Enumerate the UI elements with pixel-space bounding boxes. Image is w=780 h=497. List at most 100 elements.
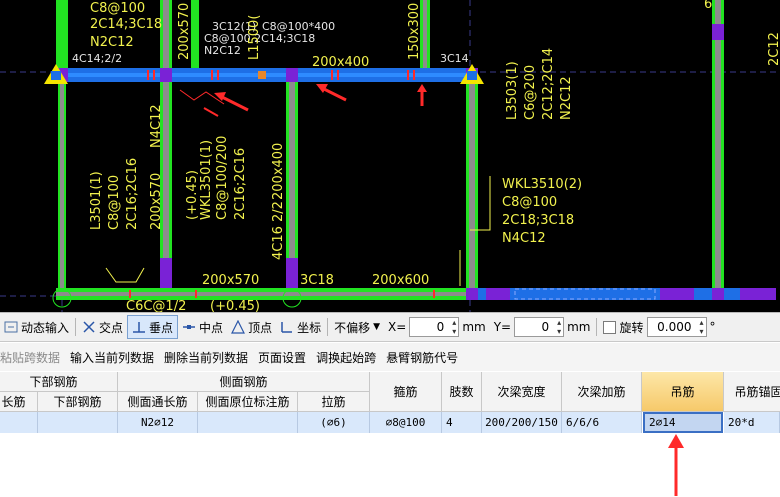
coordinate-label: 坐标 <box>297 320 322 335</box>
snap-vertex-button[interactable]: 顶点 <box>227 315 276 339</box>
divider <box>75 318 77 336</box>
table-toolbar: 粘贴跨数据 输入当前列数据 删除当前列数据 页面设置 调换起始跨 悬臂钢筋代号 <box>0 343 780 371</box>
snap-midpoint-button[interactable]: 中点 <box>178 315 227 339</box>
midpoint-icon <box>182 320 196 334</box>
label-top-c: N2C12 <box>90 35 134 50</box>
rotate-value-input[interactable]: 0.000 <box>646 317 707 337</box>
dynamic-input-label: 动态输入 <box>21 320 70 335</box>
label-l3501-d: 200x570 <box>149 173 164 230</box>
col-header-legs[interactable]: 肢数 <box>442 372 482 412</box>
label-wkl3501-d: 2C16;2C16 <box>233 148 248 220</box>
cell-bottom-rebar[interactable] <box>38 412 118 433</box>
divider <box>596 318 598 336</box>
label-l3503-c: 2C12;2C14 <box>541 48 556 120</box>
snap-perpendicular-button[interactable]: 垂点 <box>127 315 179 339</box>
group-header-bottom-rebar: 下部钢筋 <box>0 372 118 392</box>
rotate-group: 旋转 0.000 ° <box>599 315 719 339</box>
input-current-col-button[interactable]: 输入当前列数据 <box>66 349 160 366</box>
col-header-tie-bar[interactable]: 拉筋 <box>298 392 370 412</box>
y-unit: mm <box>567 320 591 334</box>
label-bot-e: C6C@1/2 <box>126 299 186 312</box>
label-l3503-b: C6@200 <box>523 65 538 120</box>
col-header-hanger-bar[interactable]: 吊筋 <box>642 372 724 412</box>
cell-stirrup[interactable]: ⌀8@100 <box>370 412 442 433</box>
x-label: X= <box>388 320 407 334</box>
label-vert-570: 200x570 <box>177 3 192 60</box>
x-value-input[interactable]: 0 <box>409 317 460 337</box>
cell-hanger-anchor[interactable]: 20*d <box>724 412 780 433</box>
cell-tie-bar[interactable]: (⌀6) <box>298 412 370 433</box>
col-header-side-original-mark[interactable]: 侧面原位标注筋 <box>198 392 298 412</box>
offset-mode-select[interactable]: 不偏移 ▼ <box>330 315 384 339</box>
label-wkl3510-c: 2C18;3C18 <box>502 213 574 228</box>
beam-rebar-table: 下部钢筋 侧面钢筋 长筋 下部钢筋 侧面通长筋 侧面原位标注筋 拉筋 箍筋 肢数… <box>0 372 780 497</box>
label-wkl3501-b: WKL3501(1) <box>199 140 214 220</box>
swap-start-span-button[interactable]: 调换起始跨 <box>312 349 382 366</box>
cell-legs[interactable]: 4 <box>442 412 482 433</box>
cad-drawing-canvas[interactable]: C8@100 2C14;3C18 N2C12 4C14;2/2 3C12(1) … <box>0 0 780 312</box>
cell-side-original-mark[interactable] <box>198 412 298 433</box>
label-bot-a: 200x570 <box>202 273 259 288</box>
rotate-checkbox[interactable] <box>603 320 617 334</box>
cantilever-code-button[interactable]: 悬臂钢筋代号 <box>382 349 464 366</box>
label-wkl3510-d: N4C12 <box>502 231 546 246</box>
y-value-input[interactable]: 0 <box>514 317 565 337</box>
snap-intersection-button[interactable]: 交点 <box>78 315 127 339</box>
label-right-a: 2C12 <box>767 32 780 66</box>
label-vert-300: 150x300 <box>407 3 422 60</box>
label-top-a: C8@100 <box>90 1 145 16</box>
label-l3501-a: L3501(1) <box>89 171 104 230</box>
cell-hanger-bar[interactable]: 2⌀14 <box>643 412 723 433</box>
col-header-hanger-anchor[interactable]: 吊筋锚固 <box>724 372 780 412</box>
hanger-cell-arrow <box>668 434 684 496</box>
col-header-side-through-long[interactable]: 侧面通长筋 <box>118 392 198 412</box>
label-mid-a: 4C16 2/2 <box>271 201 286 260</box>
snap-toolbar: 动态输入 交点 垂点 中点 顶点 坐标 不偏移 ▼ X= 0 ▴ ▾ mm Y=… <box>0 312 780 342</box>
label-l3501-b: C8@100 <box>107 175 122 230</box>
label-vert-500: L1500( <box>247 15 262 60</box>
cell-long-rebar[interactable] <box>0 412 38 433</box>
intersection-label: 交点 <box>99 320 124 335</box>
vertex-label: 顶点 <box>248 320 273 335</box>
dynamic-input-icon <box>4 320 18 334</box>
perpendicular-label: 垂点 <box>149 320 174 335</box>
col-header-bottom-rebar[interactable]: 下部钢筋 <box>38 392 118 412</box>
y-label: Y= <box>493 320 512 334</box>
paste-span-data-button[interactable]: 粘贴跨数据 <box>0 349 66 366</box>
cell-side-through-long[interactable]: N2⌀12 <box>118 412 198 433</box>
x-unit: mm <box>462 320 486 334</box>
label-wkl3510-b: C8@100 <box>502 195 557 210</box>
offset-mode-value: 不偏移 <box>334 320 371 335</box>
annotation-arrows <box>179 84 427 117</box>
col-header-long-rebar[interactable]: 长筋 <box>0 392 38 412</box>
col-header-secondary-beam-width[interactable]: 次梁宽度 <box>482 372 562 412</box>
cad-drawing-svg[interactable]: C8@100 2C14;3C18 N2C12 4C14;2/2 3C12(1) … <box>0 0 780 312</box>
cell-secondary-beam-width[interactable]: 200/200/150 <box>482 412 562 433</box>
degree-symbol: ° <box>709 320 716 334</box>
rotate-label: 旋转 <box>619 320 644 335</box>
dynamic-input-toggle[interactable]: 动态输入 <box>0 315 73 339</box>
x-coordinate-group: X= 0 mm <box>384 315 490 339</box>
snap-coordinate-button[interactable]: 坐标 <box>276 315 325 339</box>
label-top-g: N2C12 <box>204 44 241 57</box>
y-coordinate-group: Y= 0 mm <box>490 315 595 339</box>
label-mid-b: 200x400 <box>271 143 286 200</box>
perpendicular-icon <box>132 320 146 334</box>
label-right-b: 6 <box>704 0 712 12</box>
divider <box>327 318 329 336</box>
label-top-d: 4C14;2/2 <box>72 52 122 65</box>
delete-current-col-button[interactable]: 删除当前列数据 <box>160 349 254 366</box>
cell-secondary-beam-extra[interactable]: 6/6/6 <box>562 412 642 433</box>
midpoint-label: 中点 <box>199 320 224 335</box>
selected-grip <box>258 71 266 79</box>
label-bot-b: 3C18 <box>300 273 334 288</box>
label-bot-d: (+0.45) <box>210 299 260 312</box>
label-wkl3501-c: C8@100/200 <box>215 136 230 220</box>
label-bot-c: 200x600 <box>372 273 429 288</box>
label-wkl3501-a: (+0.45) <box>185 170 200 220</box>
label-l3501-c: 2C16;2C16 <box>125 158 140 230</box>
col-header-secondary-beam-extra[interactable]: 次梁加筋 <box>562 372 642 412</box>
col-header-stirrup[interactable]: 箍筋 <box>370 372 442 412</box>
label-beam-3c14: 3C14 <box>440 52 469 65</box>
page-setup-button[interactable]: 页面设置 <box>254 349 312 366</box>
